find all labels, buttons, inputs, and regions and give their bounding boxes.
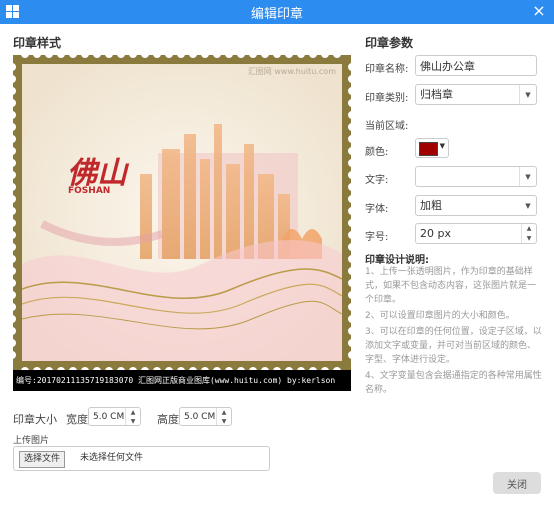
close-button[interactable]: 关闭 [493, 472, 541, 494]
title-bar: 编辑印章 × [0, 0, 554, 24]
upload-label: 上传图片 [13, 436, 50, 446]
stamp-watermark: 汇图网 www.huitu.com [247, 67, 336, 76]
height-label: 高度 [157, 413, 179, 426]
stamp-city-en: FOSHAN [68, 186, 111, 196]
design-note-4: 4、文字变量包含会据通指定的各种常用属性名称。 [365, 371, 542, 395]
width-value: 5.0 CM [93, 411, 125, 422]
caret-down-icon: ▼ [525, 201, 531, 210]
caret-down-icon: ▼ [519, 167, 536, 186]
color-label: 颜色: [365, 147, 389, 158]
height-spinner-icon[interactable]: ▲ ▼ [216, 408, 231, 425]
width-stepper[interactable]: 5.0 CM ▲ ▼ [88, 407, 141, 426]
windows-grid-icon [6, 5, 19, 18]
height-stepper[interactable]: 5.0 CM ▲ ▼ [179, 407, 232, 426]
caret-down-icon: ▼ [439, 142, 445, 150]
stamp-params-title: 印章参数 [365, 36, 414, 50]
window-close-button[interactable]: × [530, 2, 548, 20]
file-upload-field[interactable]: 选择文件 未选择任何文件 [13, 446, 270, 471]
design-notes-title: 印章设计说明: [365, 255, 429, 266]
stamp-style-title: 印章样式 [13, 36, 62, 50]
color-swatch [419, 142, 438, 156]
caret-down-icon: ▼ [519, 85, 536, 104]
font-select[interactable]: 加粗 ▼ [415, 195, 537, 216]
choose-file-button[interactable]: 选择文件 [19, 451, 66, 468]
design-note-1: 1、上传一张透明图片，作为印章的基础样式，如果不包含动态内容，这张图片就是一个印… [365, 267, 537, 305]
color-picker[interactable]: ▼ [415, 138, 449, 158]
stamp-caption: 编号:20170211135719183070 汇图网正版商业图库(www.hu… [13, 370, 351, 391]
design-note-2: 2、可以设置印章图片的大小和颜色。 [365, 311, 515, 321]
font-value: 加粗 [420, 199, 442, 212]
stamp-type-select[interactable]: 归档章 ▼ [415, 84, 537, 105]
design-note-3: 3、可以在印章的任何位置，设定子区域，以添加文字或变量，并可对当前区域的颜色、字… [365, 327, 542, 365]
text-select[interactable]: ▼ [415, 166, 537, 187]
region-label: 当前区域: [365, 121, 409, 132]
stamp-name-value: 佛山办公章 [420, 59, 475, 73]
window-title: 编辑印章 [250, 6, 303, 22]
stamp-artwork: 汇图网 www.huitu.com 佛山 FOSHAN [22, 64, 342, 361]
stamp-size-label: 印章大小 [13, 413, 57, 426]
width-spinner-icon[interactable]: ▲ ▼ [125, 408, 140, 425]
font-size-label: 字号: [365, 232, 389, 243]
height-value: 5.0 CM [184, 411, 216, 422]
stamp-preview[interactable]: 汇图网 www.huitu.com 佛山 FOSHAN 编号:201702111… [13, 55, 351, 391]
stamp-type-value: 归档章 [420, 88, 453, 101]
text-label: 文字: [365, 175, 389, 186]
type-label: 印章类别: [365, 93, 409, 104]
font-size-value: 20 px [420, 227, 451, 240]
close-icon: × [532, 1, 546, 20]
width-label: 宽度 [66, 413, 88, 426]
font-label: 字体: [365, 204, 389, 215]
file-status: 未选择任何文件 [80, 453, 144, 463]
stamp-name-input[interactable]: 佛山办公章 [415, 55, 537, 76]
spinner-arrows-icon[interactable]: ▲ ▼ [521, 224, 536, 243]
stamp-frame: 汇图网 www.huitu.com 佛山 FOSHAN [13, 55, 351, 370]
font-size-stepper[interactable]: 20 px ▲ ▼ [415, 223, 537, 244]
name-label: 印章名称: [365, 64, 409, 75]
stamp-illustration [22, 64, 342, 361]
